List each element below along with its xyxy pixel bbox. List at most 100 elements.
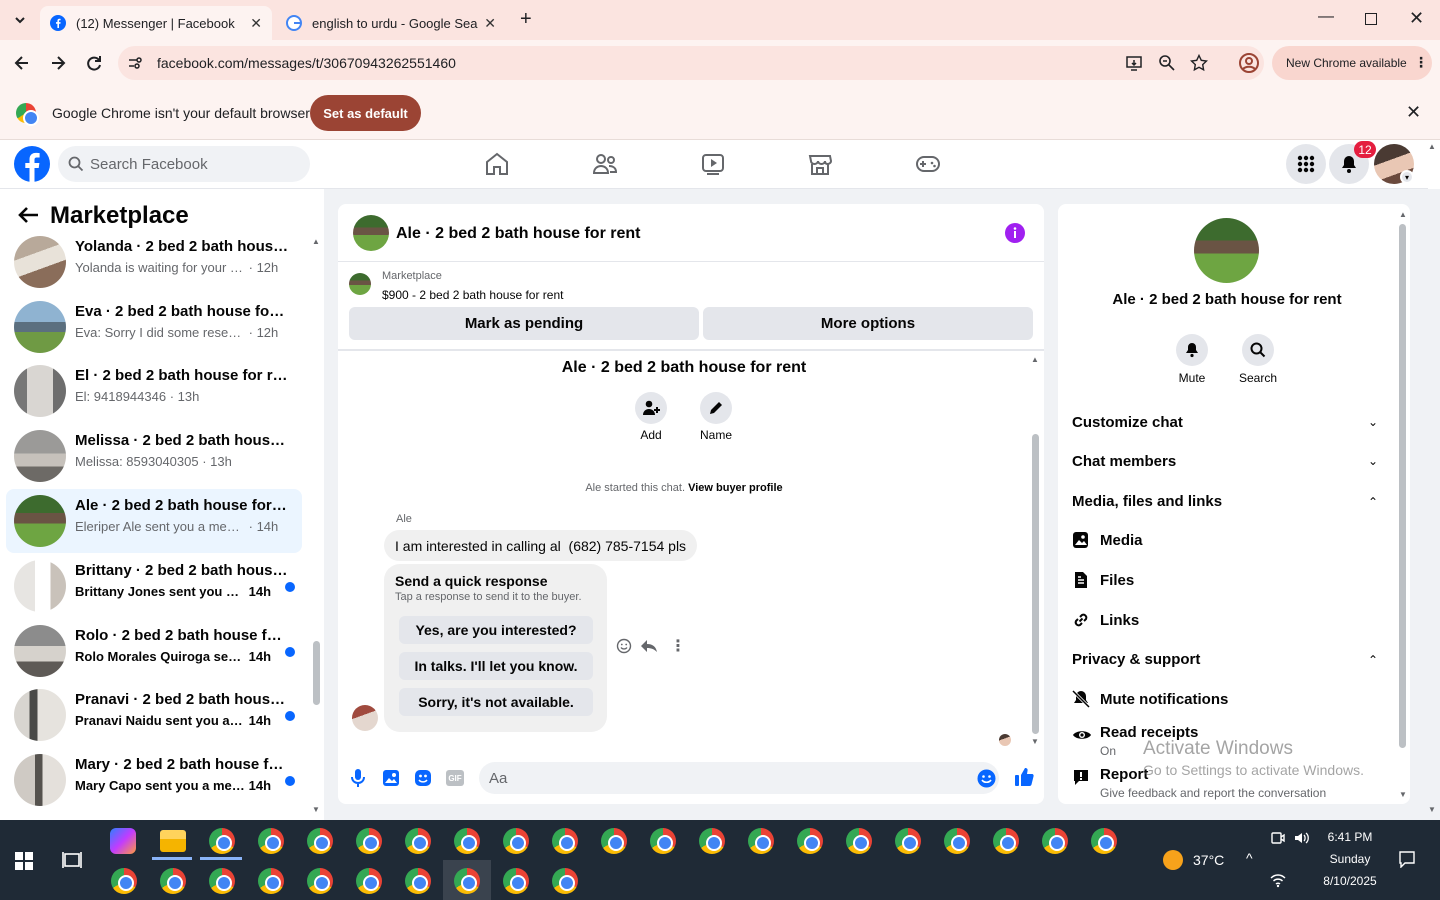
chrome-icon[interactable] — [356, 828, 382, 854]
marketplace-icon[interactable] — [807, 152, 833, 176]
conversation-item[interactable]: Melissa · 2 bed 2 bath house for... Meli… — [6, 424, 302, 488]
conversation-item[interactable]: Mary · 2 bed 2 bath house for ... Mary C… — [6, 748, 302, 812]
chrome-icon[interactable] — [454, 868, 480, 894]
facebook-search-input[interactable]: Search Facebook — [58, 146, 310, 182]
new-chrome-button[interactable]: New Chrome available ⋮ — [1272, 46, 1432, 80]
emoji-icon[interactable] — [977, 769, 996, 788]
chrome-icon[interactable] — [307, 828, 333, 854]
more-actions-icon[interactable]: ⋮ — [670, 636, 686, 656]
chevron-down-icon[interactable]: ⌄ — [1368, 415, 1378, 429]
conversation-item[interactable]: Rolo · 2 bed 2 bath house for r... Rolo … — [6, 619, 302, 683]
quick-response-button[interactable]: Sorry, it's not available. — [399, 688, 593, 716]
chrome-icon[interactable] — [748, 828, 774, 854]
zoom-icon[interactable] — [1158, 54, 1176, 72]
site-info-icon[interactable] — [127, 55, 143, 71]
home-icon[interactable] — [484, 152, 510, 176]
details-scrollbar[interactable] — [1399, 224, 1406, 748]
add-person-button[interactable] — [635, 392, 667, 424]
chrome-icon[interactable] — [405, 828, 431, 854]
chrome-icon[interactable] — [601, 828, 627, 854]
conversation-item-selected[interactable]: Ale · 2 bed 2 bath house for rent Elerip… — [6, 489, 302, 553]
chevron-up-icon[interactable]: ⌃ — [1368, 495, 1378, 509]
close-window-icon[interactable]: ✕ — [1409, 8, 1424, 29]
page-scroll-up-arrow[interactable]: ▲ — [1428, 142, 1436, 151]
task-view-icon[interactable] — [62, 850, 82, 870]
more-options-button[interactable]: More options — [703, 307, 1033, 340]
conversation-item[interactable]: Pranavi · 2 bed 2 bath house f... Pranav… — [6, 683, 302, 747]
conversation-item[interactable]: Brittany · 2 bed 2 bath house f... Britt… — [6, 554, 302, 618]
chat-members-section[interactable]: Chat members — [1072, 453, 1176, 470]
quick-response-button[interactable]: In talks. I'll let you know. — [399, 652, 593, 680]
scroll-down-arrow[interactable]: ▼ — [1399, 790, 1407, 799]
scroll-down-arrow[interactable]: ▼ — [1031, 737, 1039, 746]
info-icon[interactable] — [1005, 223, 1025, 243]
mute-button[interactable] — [1176, 334, 1208, 366]
bookmark-star-icon[interactable] — [1190, 54, 1208, 72]
infobar-close-icon[interactable]: ✕ — [1406, 102, 1421, 123]
install-app-icon[interactable] — [1125, 54, 1143, 72]
chrome-icon[interactable] — [356, 868, 382, 894]
view-buyer-profile-link[interactable]: View buyer profile — [688, 482, 783, 494]
menu-grid-button[interactable] — [1286, 144, 1326, 184]
chrome-icon[interactable] — [1042, 828, 1068, 854]
microphone-icon[interactable] — [350, 768, 366, 788]
weather-sun-icon[interactable] — [1163, 850, 1183, 870]
copilot-icon[interactable] — [110, 828, 136, 854]
friends-icon[interactable] — [592, 152, 618, 176]
volume-icon[interactable] — [1293, 830, 1311, 846]
notification-center-icon[interactable] — [1398, 850, 1416, 868]
chrome-icon[interactable] — [993, 828, 1019, 854]
gif-icon[interactable]: GIF — [446, 770, 464, 786]
links-item[interactable]: Links — [1072, 611, 1139, 629]
maximize-icon[interactable] — [1365, 13, 1377, 25]
chrome-icon[interactable] — [258, 868, 284, 894]
like-thumbs-up-icon[interactable] — [1014, 767, 1034, 787]
conversation-item[interactable]: El · 2 bed 2 bath house for rent El: 941… — [6, 359, 302, 423]
page-scroll-down-arrow[interactable]: ▼ — [1428, 805, 1436, 814]
search-in-chat-button[interactable] — [1242, 334, 1274, 366]
scroll-up-arrow[interactable]: ▲ — [1031, 355, 1039, 364]
gaming-icon[interactable] — [915, 152, 941, 176]
windows-start-icon[interactable] — [15, 852, 33, 870]
tab-search-icon[interactable] — [10, 10, 30, 30]
message-input[interactable]: Aa — [479, 762, 999, 794]
chevron-down-icon[interactable]: ⌄ — [1368, 454, 1378, 468]
chrome-icon[interactable] — [552, 868, 578, 894]
tab-messenger[interactable]: (12) Messenger | Facebook ✕ — [40, 6, 272, 40]
temperature[interactable]: 37°C — [1193, 852, 1224, 868]
chrome-icon[interactable] — [846, 828, 872, 854]
more-menu-icon[interactable]: ⋮ — [1414, 54, 1428, 71]
profile-icon[interactable] — [1238, 52, 1260, 74]
conversation-item[interactable]: Yolanda · 2 bed 2 bath house fo... Yolan… — [6, 230, 302, 294]
address-bar[interactable]: facebook.com/messages/t/3067094326255146… — [118, 46, 1264, 80]
tray-chevron-up-icon[interactable]: ^ — [1246, 850, 1253, 866]
chrome-icon[interactable] — [307, 868, 333, 894]
new-tab-icon[interactable]: + — [520, 8, 532, 31]
mute-notifications-item[interactable]: Mute notifications — [1072, 690, 1228, 708]
photo-icon[interactable] — [382, 769, 400, 787]
chat-avatar[interactable] — [353, 215, 389, 251]
scroll-up-arrow[interactable]: ▲ — [1399, 210, 1407, 219]
chrome-icon[interactable] — [1091, 828, 1117, 854]
network-icon[interactable] — [1270, 872, 1286, 888]
sidebar-scrollbar[interactable] — [313, 641, 320, 705]
scroll-up-arrow[interactable]: ▲ — [312, 237, 320, 246]
clock-date[interactable]: 8/10/2025 — [1310, 874, 1390, 888]
clock-day[interactable]: Sunday — [1310, 852, 1390, 866]
chrome-icon[interactable] — [209, 828, 235, 854]
clock-time[interactable]: 6:41 PM — [1310, 830, 1390, 844]
chrome-icon[interactable] — [944, 828, 970, 854]
react-emoji-icon[interactable] — [616, 638, 632, 654]
sticker-icon[interactable] — [414, 769, 432, 787]
edit-name-button[interactable] — [700, 392, 732, 424]
tab-google-search[interactable]: english to urdu - Google Search ✕ — [276, 6, 506, 40]
forward-icon[interactable] — [48, 53, 68, 73]
chrome-icon[interactable] — [454, 828, 480, 854]
chrome-icon[interactable] — [111, 868, 137, 894]
profile-avatar[interactable]: ▾ — [1374, 144, 1414, 184]
chrome-icon[interactable] — [552, 828, 578, 854]
chrome-icon[interactable] — [258, 828, 284, 854]
customize-chat-section[interactable]: Customize chat — [1072, 414, 1183, 431]
media-item[interactable]: Media — [1072, 531, 1143, 549]
scroll-down-arrow[interactable]: ▼ — [312, 805, 320, 814]
